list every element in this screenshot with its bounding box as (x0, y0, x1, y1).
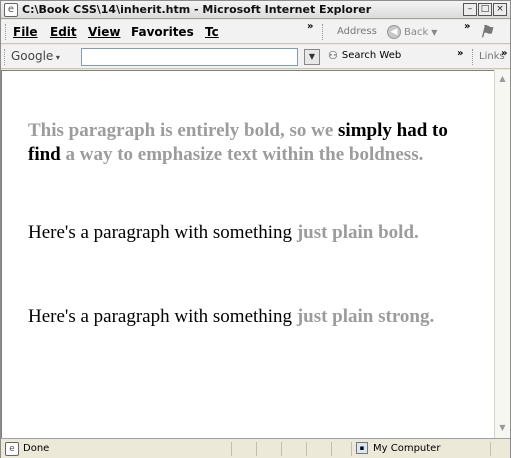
p3-text-start: Here's a paragraph with something (28, 306, 297, 327)
paragraph-3: Here's a paragraph with something just p… (28, 305, 473, 329)
close-button[interactable]: × (493, 3, 507, 16)
windows-logo-icon: ⚑ (479, 22, 494, 41)
status-divider (281, 442, 282, 456)
vertical-scrollbar[interactable]: ▲ ▼ (494, 70, 510, 438)
scroll-down-arrow-icon[interactable]: ▼ (497, 422, 508, 433)
links-overflow-chevron[interactable]: » (501, 48, 507, 59)
status-divider (490, 442, 491, 456)
title-bar: e C:\Book CSS\14\inherit.htm - Microsoft… (1, 1, 510, 19)
status-divider (351, 442, 352, 456)
paragraph-1: This paragraph is entirely bold, so we s… (28, 119, 473, 167)
browser-window: e C:\Book CSS\14\inherit.htm - Microsoft… (0, 0, 511, 458)
binoculars-icon: ⚇ (328, 49, 338, 62)
menu-view[interactable]: View (88, 25, 120, 39)
menu-bar: File Edit View Favorites Tc » Address ◀ … (1, 20, 510, 44)
toolbar-grip[interactable] (472, 49, 475, 65)
back-button[interactable]: ◀ Back ▼ (387, 23, 437, 41)
page-content: This paragraph is entirely bold, so we s… (1, 70, 494, 438)
strong-text: just plain strong. (296, 306, 435, 327)
scroll-up-arrow-icon[interactable]: ▲ (497, 73, 508, 84)
address-label[interactable]: Address (337, 26, 377, 37)
menu-overflow-chevron[interactable]: » (307, 21, 313, 32)
menu-tools[interactable]: Tc (205, 25, 219, 39)
ie-page-icon: e (5, 442, 19, 456)
google-search-input[interactable] (81, 48, 298, 66)
p1-text-start: This paragraph is entirely bold, so we (28, 120, 339, 141)
computer-icon: ▪ (356, 442, 368, 454)
window-title: C:\Book CSS\14\inherit.htm - Microsoft I… (22, 3, 372, 16)
paragraph-2: Here's a paragraph with something just p… (28, 221, 473, 245)
menu-file[interactable]: File (13, 25, 38, 39)
toolbar-grip[interactable] (4, 49, 7, 65)
maximize-button[interactable]: □ (478, 3, 492, 16)
p1-text-end: a way to emphasize text within the boldn… (60, 144, 424, 165)
minimize-button[interactable]: – (463, 3, 477, 16)
status-bar: e Done ▪ My Computer (1, 438, 510, 458)
status-divider (331, 442, 332, 456)
toolbar-overflow-chevron[interactable]: » (464, 21, 470, 32)
search-web-button[interactable]: ⚇ Search Web (328, 49, 401, 62)
google-toolbar: Google ▾ ▼ ⚇ Search Web » Links » (1, 45, 510, 69)
status-divider (231, 442, 232, 456)
toolbar-grip[interactable] (322, 24, 325, 40)
status-divider (256, 442, 257, 456)
security-zone-text: My Computer (373, 443, 441, 454)
toolbar-grip[interactable] (5, 24, 8, 40)
bold-text: just plain bold. (296, 222, 419, 243)
status-text: Done (23, 443, 50, 454)
window-controls: – □ × (463, 3, 507, 16)
status-divider (306, 442, 307, 456)
ie-page-icon: e (4, 3, 18, 17)
search-dropdown-button[interactable]: ▼ (304, 49, 320, 65)
menu-favorites[interactable]: Favorites (131, 25, 194, 39)
menu-edit[interactable]: Edit (50, 25, 77, 39)
back-dropdown-icon[interactable]: ▼ (431, 28, 437, 37)
google-menu-button[interactable]: Google ▾ (11, 49, 60, 63)
google-overflow-chevron[interactable]: » (457, 48, 463, 59)
back-arrow-icon: ◀ (387, 25, 401, 39)
p2-text-start: Here's a paragraph with something (28, 222, 297, 243)
